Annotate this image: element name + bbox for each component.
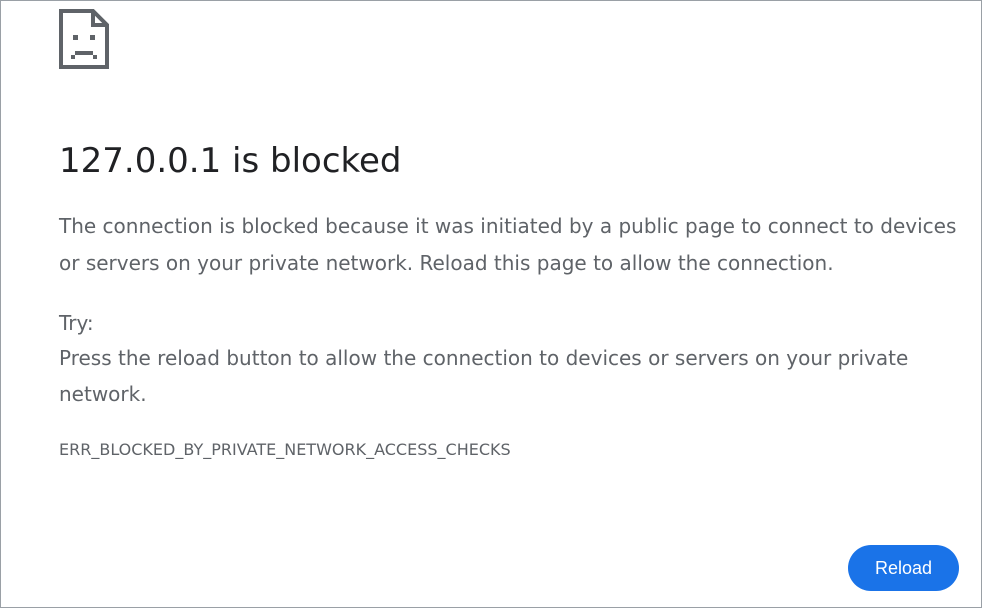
error-description: The connection is blocked because it was… — [59, 214, 957, 275]
sad-page-icon — [59, 9, 109, 69]
reload-button[interactable]: Reload — [848, 545, 959, 591]
suggestion-text: Press the reload button to allow the con… — [59, 346, 909, 406]
error-code: ERR_BLOCKED_BY_PRIVATE_NETWORK_ACCESS_CH… — [59, 440, 511, 459]
error-headline: 127.0.0.1 is blocked — [59, 141, 402, 181]
suggestions-label: Try: — [59, 311, 94, 335]
